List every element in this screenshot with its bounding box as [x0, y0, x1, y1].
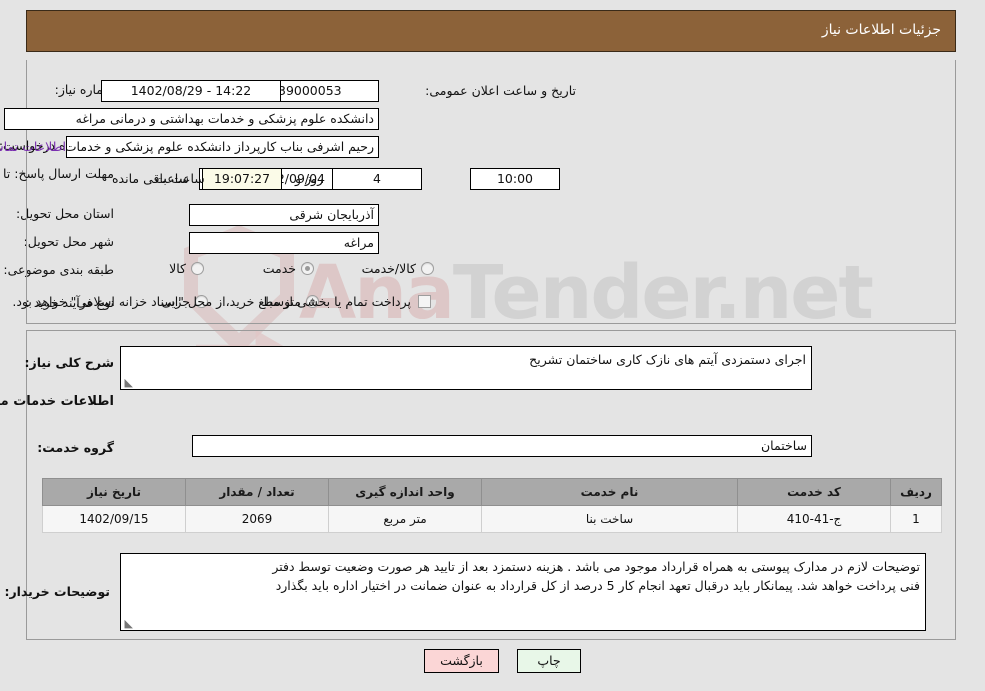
requester-value: رحیم اشرفی بناب کارپرداز دانشکده علوم پز…	[67, 136, 380, 158]
category-option-kala[interactable]: کالا	[170, 261, 205, 276]
service-group-label-wrap: گروه خدمت:	[38, 440, 115, 455]
category-label-kala-khedmat: کالا/خدمت	[362, 261, 417, 276]
province-value: آذربایجان شرقی	[190, 204, 380, 226]
category-radio-kala-khedmat[interactable]	[422, 262, 435, 275]
category-option-kala-khedmat[interactable]: کالا/خدمت	[363, 261, 435, 276]
buyer-notes-line-2: فنی پرداخت خواهد شد. پیمانکار باید درقبا…	[276, 578, 921, 593]
deadline-label: مهلت ارسال پاسخ: تا تاریخ:	[0, 166, 115, 181]
buyer-contact-link[interactable]: اطلاعات تماس خریدار	[0, 139, 67, 154]
city-value: مراغه	[190, 232, 380, 254]
page-title: جزئیات اطلاعات نیاز	[822, 22, 942, 38]
buyer-org-value: دانشکده علوم پزشکی و خدمات بهداشتی و درم…	[5, 108, 380, 130]
general-desc-textarea[interactable]: اجرای دستمزدی آیتم های نازک کاری ساختمان…	[121, 346, 813, 390]
resize-grip-icon[interactable]: ◣	[124, 377, 134, 388]
buyer-notes-textarea[interactable]: توضیحات لازم در مدارک پیوستی به همراه قر…	[121, 553, 927, 631]
page-root: AnaTender.net جزئیات اطلاعات نیاز شماره …	[0, 0, 985, 691]
buyer-notes-label-wrap: توضیحات خریدار:	[5, 584, 111, 599]
service-group-value: ساختمان	[193, 435, 813, 457]
window-title-bar: جزئیات اطلاعات نیاز	[27, 10, 957, 52]
deadline-countdown-label: ساعت باقی مانده	[113, 171, 206, 186]
deadline-days-label: روز و	[296, 171, 325, 186]
category-radio-khedmat[interactable]	[302, 262, 315, 275]
general-desc-value: اجرای دستمزدی آیتم های نازک کاری ساختمان…	[530, 352, 807, 367]
treasury-payment-checkbox[interactable]	[419, 295, 432, 308]
deadline-time-value: 10:00	[471, 168, 561, 190]
buyer-notes-label: توضیحات خریدار:	[5, 584, 111, 599]
announce-datetime-label: تاریخ و ساعت اعلان عمومی:	[426, 83, 577, 98]
category-label-kala: کالا	[170, 261, 187, 276]
buyer-notes-line-1: توضیحات لازم در مدارک پیوستی به همراه قر…	[273, 559, 921, 574]
category-label-khedmat: خدمت	[263, 261, 297, 276]
service-group-label: گروه خدمت:	[38, 440, 115, 455]
services-heading: اطلاعات خدمات مورد نیاز	[0, 394, 115, 409]
deadline-countdown-value: 19:07:27	[203, 168, 283, 190]
category-option-khedmat[interactable]: خدمت	[264, 261, 315, 276]
deadline-label-wrap: مهلت ارسال پاسخ: تا تاریخ:	[0, 166, 115, 182]
services-heading-wrap: اطلاعات خدمات مورد نیاز	[0, 394, 115, 409]
treasury-payment-label: پرداخت تمام یا بخشی از مبلغ خرید،از محل …	[13, 294, 412, 309]
general-desc-label: شرح کلی نیاز:	[25, 355, 115, 370]
treasury-payment-option[interactable]: پرداخت تمام یا بخشی از مبلغ خرید،از محل …	[13, 294, 432, 309]
back-button[interactable]: بازگشت	[425, 649, 500, 673]
category-radio-kala[interactable]	[192, 262, 205, 275]
announce-datetime-value: 14:22 - 1402/08/29	[102, 80, 282, 102]
print-button[interactable]: چاپ	[518, 649, 582, 673]
deadline-days-value: 4	[333, 168, 423, 190]
general-desc-label-wrap: شرح کلی نیاز:	[26, 355, 115, 370]
resize-grip-icon-notes[interactable]: ◣	[124, 618, 134, 629]
